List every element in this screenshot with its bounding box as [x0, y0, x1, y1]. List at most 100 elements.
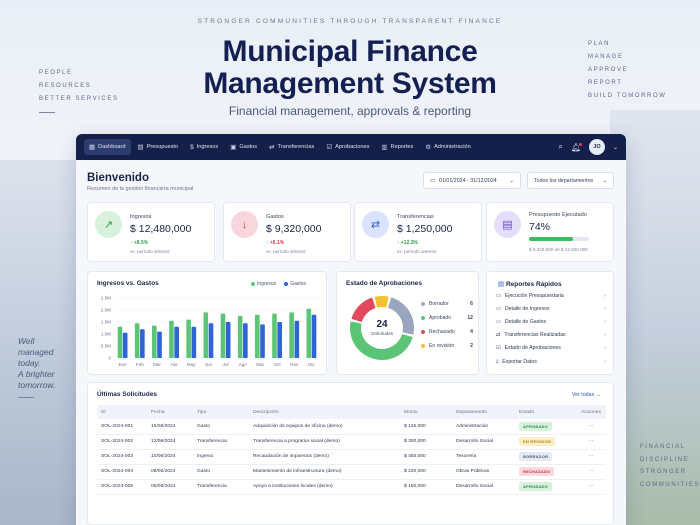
kpi-card-gastos[interactable]: ↓ Gastos $ 9,320,000 ↑ +6.1% vs. período…: [223, 202, 351, 262]
more-actions-icon[interactable]: ···: [576, 434, 606, 450]
budget-progress-fill: [529, 237, 574, 241]
x-tick-label: May: [187, 362, 196, 367]
bar-ingresos[interactable]: [272, 313, 277, 358]
donut-slice-3[interactable]: [374, 296, 389, 308]
column-header: Fecha: [147, 405, 193, 419]
y-tick-label: 2.0M: [101, 308, 111, 313]
kpi-card-ingresos[interactable]: ↗ Ingresos $ 12,480,000 ↑ +8.5% vs. perí…: [87, 202, 215, 262]
bar-ingresos[interactable]: [220, 313, 226, 358]
bar-chart: 0 0.5M 1.0M 1.5M 2.0M 2.5M Ene Feb Mar Abr May Jun J…: [101, 296, 320, 367]
kpi-note: vs. período anterior: [397, 249, 437, 254]
bar-ingresos[interactable]: [306, 308, 312, 358]
bar-gastos[interactable]: [243, 323, 248, 358]
more-actions-icon[interactable]: ···: [576, 479, 606, 495]
bar-ingresos[interactable]: [203, 312, 209, 358]
nav-aprobaciones[interactable]: ☑ Aprobaciones: [321, 139, 374, 155]
table-row[interactable]: SOL-2024-002 12/06/2024 Transferencia Trans…: [97, 434, 606, 450]
quote-line: today.: [18, 358, 41, 368]
bar-gastos[interactable]: [157, 331, 162, 358]
date-range-select[interactable]: ▭ 01/01/2024 - 31/12/2024 ⌄: [423, 172, 521, 189]
nav-administracion[interactable]: ⚙ Administración: [420, 139, 476, 155]
bar-ingresos[interactable]: [169, 320, 174, 358]
right-bottom-item: DISCIPLINE: [640, 456, 690, 463]
more-actions-icon[interactable]: ···: [576, 464, 606, 480]
bar-gastos[interactable]: [294, 320, 300, 358]
report-link-ejecucion[interactable]: ▭ Ejecución Presupuestaria ›: [496, 293, 606, 299]
report-link-exportar[interactable]: ⤓ Exportar Datos ›: [496, 358, 606, 365]
kpi-card-transferencias[interactable]: ⇄ Transferencias $ 1,250,000 ↑ +12.3% vs…: [354, 202, 482, 262]
chart-card: Ingresos vs. Gastos Ingresos Gastos 0 0.5…: [87, 271, 327, 375]
table-row[interactable]: SOL-2024-003 10/06/2024 Ingreso Recaudación…: [97, 449, 606, 465]
nav-transferencias[interactable]: ⇄ Transferencias: [264, 139, 319, 155]
kpi-delta-value: +6.1%: [269, 240, 285, 246]
kpi-note: vs. período anterior: [130, 249, 170, 254]
bell-icon[interactable]: 🔔︎: [571, 142, 582, 152]
bar-ingresos[interactable]: [289, 312, 294, 358]
bar-ingresos[interactable]: [237, 316, 243, 358]
bar-ingresos[interactable]: [186, 319, 191, 358]
arrow-down-icon: ↓: [231, 211, 258, 238]
report-label: Exportar Datos: [502, 358, 537, 365]
kpi-label: Presupuesto Ejecutado: [529, 212, 587, 218]
x-tick-label: Dic: [308, 362, 315, 367]
approval-legend-borrador: Borrador 6: [421, 301, 473, 307]
column-header: Monto: [400, 405, 452, 419]
table-row[interactable]: SOL-2024-004 08/06/2024 Gasto Mantenimiento…: [97, 464, 606, 480]
bar-gastos[interactable]: [208, 323, 214, 358]
more-actions-icon[interactable]: ···: [576, 419, 606, 435]
report-link-ingresos[interactable]: ▭ Detalle de Ingresos ›: [496, 306, 606, 312]
request-amount: $ 300,000: [400, 434, 452, 450]
bar-ingresos[interactable]: [134, 323, 140, 358]
document-icon: ▤: [494, 211, 521, 238]
report-link-gastos[interactable]: ▭ Detalle de Gastos ›: [496, 319, 606, 325]
report-link-transferencias[interactable]: ⇄ Transferencias Realizadas ›: [496, 332, 606, 338]
request-description: Transferencia a programa social (demo): [249, 434, 400, 450]
nav-presupuesto[interactable]: ▤ Presupuesto: [133, 139, 184, 155]
chevron-right-icon: ›: [604, 345, 606, 351]
chevron-down-icon[interactable]: ⌄: [613, 144, 618, 151]
kpi-card-presupuesto[interactable]: ▤ Presupuesto Ejecutado 74% $ 9,320,000 …: [486, 202, 614, 262]
report-link-aprobaciones[interactable]: ☑ Estado de Aprobaciones ›: [496, 345, 606, 351]
bar-gastos[interactable]: [260, 324, 265, 358]
right-side-item: APPROVE: [588, 67, 629, 73]
report-label: Detalle de Gastos: [504, 319, 547, 325]
nav-gastos[interactable]: ▣ Gastos: [225, 139, 262, 155]
table-row[interactable]: SOL-2024-005 05/06/2024 Transferencia Apoyo…: [97, 479, 606, 495]
nav-label: Presupuesto: [146, 144, 179, 150]
legend-dot: [421, 316, 425, 320]
view-all-link[interactable]: Ver todas →: [572, 392, 601, 398]
right-bottom-item: FINANCIAL: [640, 444, 686, 450]
request-type: Gasto: [193, 464, 249, 480]
nav-reportes[interactable]: ▥ Reportes: [376, 139, 418, 155]
avatar[interactable]: JO: [588, 139, 605, 155]
bar-gastos[interactable]: [140, 329, 145, 358]
bar-gastos[interactable]: [174, 326, 179, 358]
more-actions-icon[interactable]: ···: [576, 449, 606, 465]
x-tick-label: Ago: [239, 362, 248, 367]
bar-gastos[interactable]: [122, 332, 128, 358]
status-badge: APROBADO: [519, 421, 552, 431]
bar-gastos[interactable]: [225, 322, 231, 358]
quote-line: managed: [18, 347, 54, 357]
bar-gastos[interactable]: [277, 322, 282, 358]
table-row[interactable]: SOL-2024-001 15/06/2024 Gasto Adquisición d…: [97, 419, 606, 435]
department-select[interactable]: Todos los departamentos ⌄: [527, 172, 614, 189]
notification-dot: [578, 142, 582, 146]
search-icon[interactable]: ⌕: [558, 142, 562, 152]
bar-ingresos[interactable]: [152, 325, 157, 358]
bar-gastos[interactable]: [191, 326, 197, 358]
request-description: Apoyo a instituciones locales (demo): [249, 479, 400, 495]
column-header: ID: [97, 405, 147, 419]
kpi-value: $ 1,250,000: [397, 223, 453, 235]
request-department: Tesorería: [452, 449, 515, 465]
legend-dot: [421, 330, 425, 334]
status-badge: BORRADOR: [519, 452, 553, 461]
department-value: Todos los departamentos: [534, 177, 594, 184]
y-tick-label: 0: [108, 356, 111, 361]
nav-ingresos[interactable]: $ Ingresos: [185, 140, 223, 155]
nav-dashboard[interactable]: ▦ Dashboard: [84, 139, 131, 155]
kpi-value: $ 12,480,000: [130, 223, 192, 235]
bar-gastos[interactable]: [311, 314, 317, 358]
bar-ingresos[interactable]: [255, 314, 260, 358]
bar-ingresos[interactable]: [117, 326, 123, 358]
